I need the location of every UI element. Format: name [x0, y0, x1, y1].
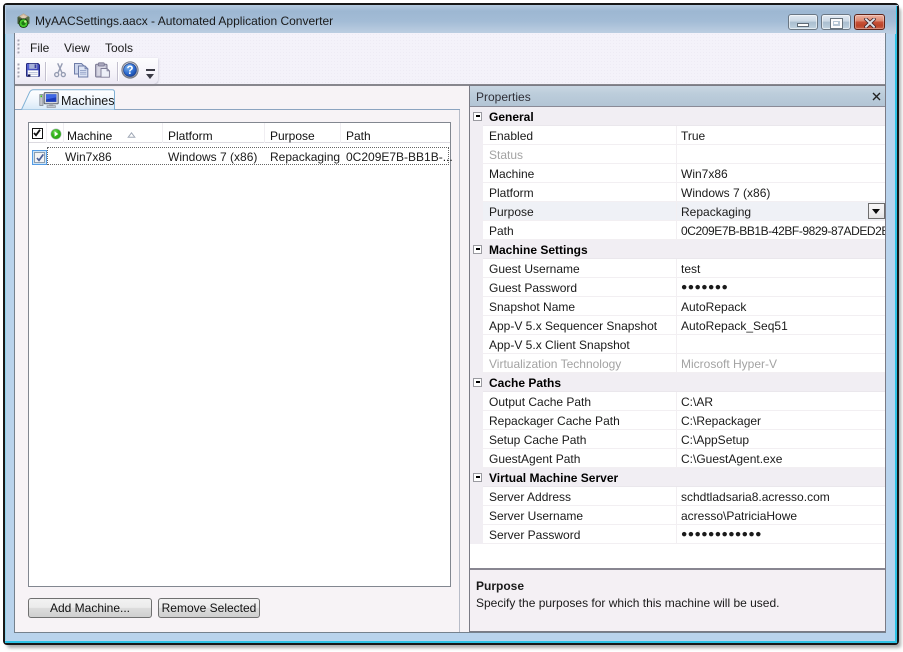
svg-text:?: ? — [126, 65, 133, 77]
